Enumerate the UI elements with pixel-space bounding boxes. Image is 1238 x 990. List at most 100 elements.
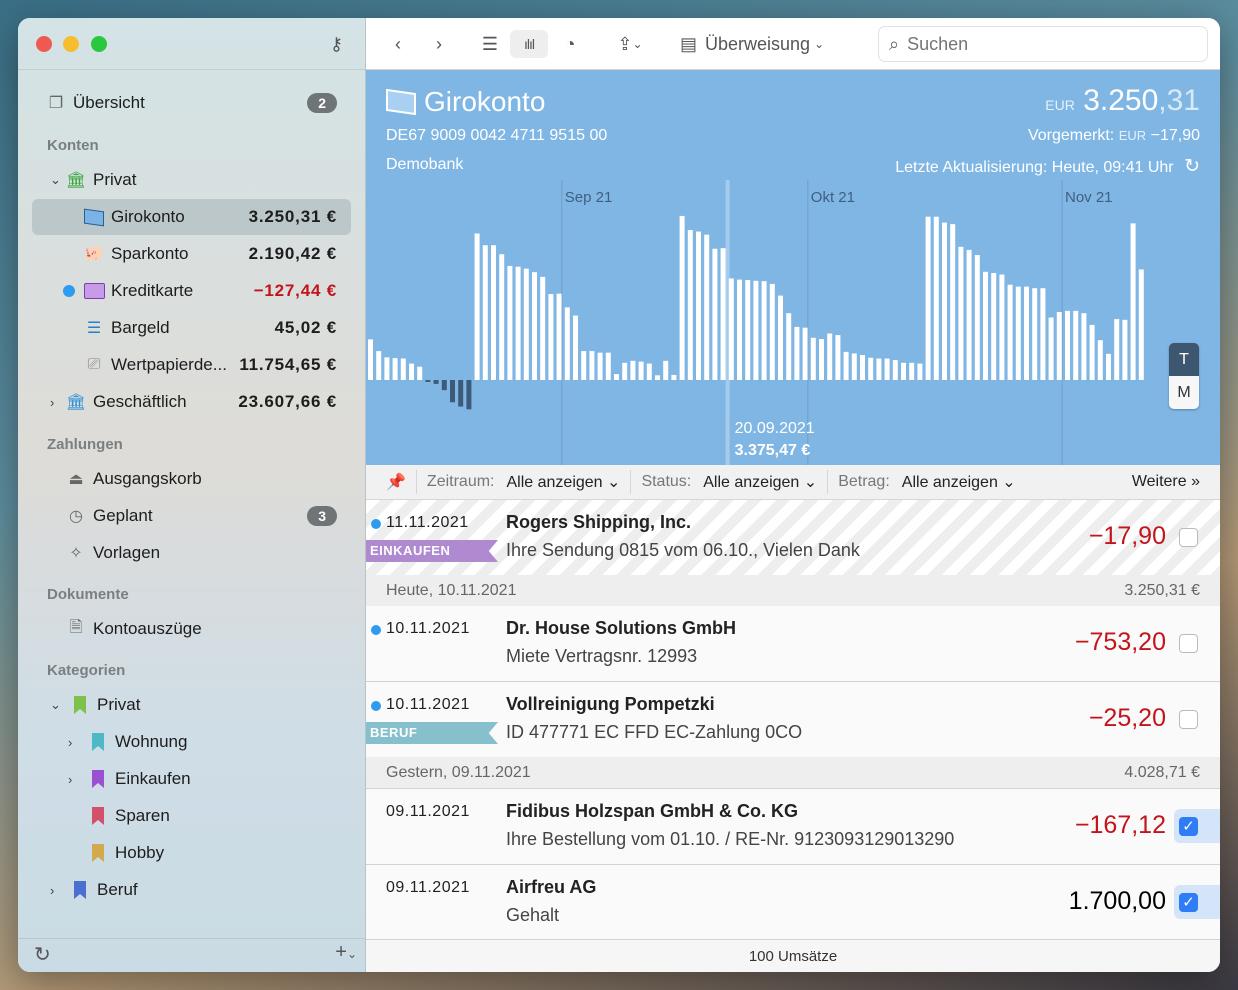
balance-bar[interactable] [1032,288,1038,380]
transfer-button[interactable]: ▤ Überweisung ⌄ [680,30,824,58]
balance-bar[interactable] [876,358,882,380]
balance-bar[interactable] [1048,317,1054,381]
balance-bar[interactable] [384,357,390,380]
sidebar-account-bargeld[interactable]: ☰ Bargeld 45,02 € [18,311,365,345]
range-month-button[interactable]: M [1169,376,1199,409]
balance-bar[interactable] [868,357,874,380]
balance-bar[interactable] [917,363,923,380]
balance-bar[interactable] [441,380,447,391]
checkbox[interactable] [1179,528,1198,547]
balance-bar[interactable] [564,307,570,380]
sidebar-item-templates[interactable]: ✧ Vorlagen [18,536,365,570]
checked-checkbox[interactable]: ✓ [1179,893,1198,912]
more-filters-button[interactable]: Weitere » [1132,473,1200,491]
balance-bar[interactable] [827,333,833,380]
period-dropdown[interactable]: Alle anzeigen ⌄ [507,472,621,492]
balance-bar[interactable] [769,283,775,380]
balance-bar[interactable] [663,360,669,380]
refresh-icon[interactable]: ↻ [34,942,51,967]
balance-bar[interactable] [991,272,997,380]
balance-bar[interactable] [581,351,587,380]
search-field[interactable]: ⌕ [878,26,1208,62]
transaction-row[interactable]: 10.11.2021 Dr. House Solutions GmbH Miete … [366,606,1220,682]
balance-bar[interactable] [1122,319,1128,380]
refresh-icon[interactable]: ↻ [1184,156,1200,177]
balance-bar[interactable] [687,230,693,380]
balance-bar[interactable] [835,335,841,380]
chevron-right-icon[interactable]: › [68,772,72,787]
balance-bar[interactable] [1130,223,1136,380]
balance-bar[interactable] [655,375,660,380]
status-dropdown[interactable]: Alle anzeigen ⌄ [703,472,817,492]
chevron-right-icon[interactable]: › [50,883,54,898]
balance-bar[interactable] [810,337,816,380]
amount-dropdown[interactable]: Alle anzeigen ⌄ [902,472,1016,492]
chevron-down-icon[interactable]: ⌄ [50,697,61,713]
balance-bar[interactable] [942,222,947,380]
checked-checkbox[interactable]: ✓ [1179,817,1198,836]
balance-bar[interactable] [843,351,849,380]
balance-bar[interactable] [622,362,628,380]
sidebar-item-scheduled[interactable]: ◷ Geplant 3 [18,499,365,533]
sidebar-account-girokonto[interactable]: Girokonto 3.250,31 € [32,199,351,235]
checkbox[interactable] [1179,710,1198,729]
balance-bar[interactable] [1007,284,1013,380]
balance-bar[interactable] [589,351,595,380]
sidebar-category-sparen[interactable]: Sparen [18,799,365,833]
balance-bar[interactable] [704,234,710,380]
transaction-row[interactable]: 09.11.2021 Airfreu AG Gehalt 1.700,00 ✓ [366,865,1220,941]
balance-bar[interactable] [425,380,431,382]
balance-bar[interactable] [999,274,1005,380]
balance-bar[interactable] [974,255,980,380]
balance-bar[interactable] [605,352,611,380]
sidebar-item-outbox[interactable]: ⏏ Ausgangskorb [18,462,365,496]
balance-bar[interactable] [433,380,439,384]
close-button[interactable] [36,36,52,52]
balance-bar[interactable] [417,366,423,380]
sidebar-category-privat[interactable]: ⌄ Privat [18,688,365,722]
sidebar-group-geschaeftlich[interactable]: › 🏛 Geschäftlich 23.607,66 € [18,385,365,419]
transaction-row[interactable]: 10.11.2021 BERUF Vollreinigung Pompetzki ID… [366,682,1220,758]
sidebar-item-overview[interactable]: ❐ Übersicht 2 [18,86,365,120]
balance-bar[interactable] [1073,310,1079,380]
balance-bar[interactable] [778,295,783,380]
transaction-row[interactable]: 09.11.2021 Fidibus Holzspan GmbH & Co. KG… [366,789,1220,865]
balance-bar[interactable] [1097,340,1103,380]
balance-bar[interactable] [614,374,619,380]
balance-bar[interactable] [958,246,964,380]
forward-button[interactable]: › [429,30,449,58]
balance-bar[interactable] [966,249,972,380]
balance-bar[interactable] [474,233,480,380]
balance-bar[interactable] [532,272,537,380]
sidebar-group-privat[interactable]: ⌄ 🏛 Privat [18,163,365,197]
balance-bar[interactable] [851,353,857,380]
balance-bar[interactable] [400,358,406,380]
balance-bar[interactable] [1056,312,1062,380]
balance-bar[interactable] [376,351,382,380]
balance-bar[interactable] [753,280,759,380]
balance-bar[interactable] [515,266,521,380]
balance-bar[interactable] [983,271,988,380]
balance-bar[interactable] [409,363,414,380]
balance-bar[interactable] [499,254,505,380]
key-icon[interactable]: ⚷ [330,34,343,55]
pie-chart-button[interactable]: ◔ [556,30,584,58]
sidebar-account-sparkonto[interactable]: 🐖 Sparkonto 2.190,42 € [18,237,365,271]
zoom-button[interactable] [91,36,107,52]
sidebar-account-wertpapierdepot[interactable]: ⎚ Wertpapierde... 11.754,65 € [18,348,365,382]
balance-bar[interactable] [901,362,906,380]
balance-bar[interactable] [630,360,636,380]
balance-bar[interactable] [638,361,644,380]
chevron-down-icon[interactable]: ⌄ [50,172,61,188]
back-button[interactable]: ‹ [388,30,408,58]
balance-bar[interactable] [1015,286,1021,380]
balance-bar[interactable] [794,326,800,380]
balance-bar[interactable] [392,358,398,380]
range-day-button[interactable]: T [1169,343,1199,376]
balance-bar[interactable] [556,293,562,380]
transaction-row[interactable]: 11.11.2021 EINKAUFEN Rogers Shipping, Inc.… [366,500,1220,576]
balance-chart[interactable]: Sep 21 Okt 21 Nov 21 20.09.2021 3.375,47 € [366,180,1220,465]
sidebar-category-beruf[interactable]: › Beruf [18,873,365,907]
balance-bar[interactable] [737,279,742,380]
list-view-button[interactable]: ☰ [476,30,504,58]
